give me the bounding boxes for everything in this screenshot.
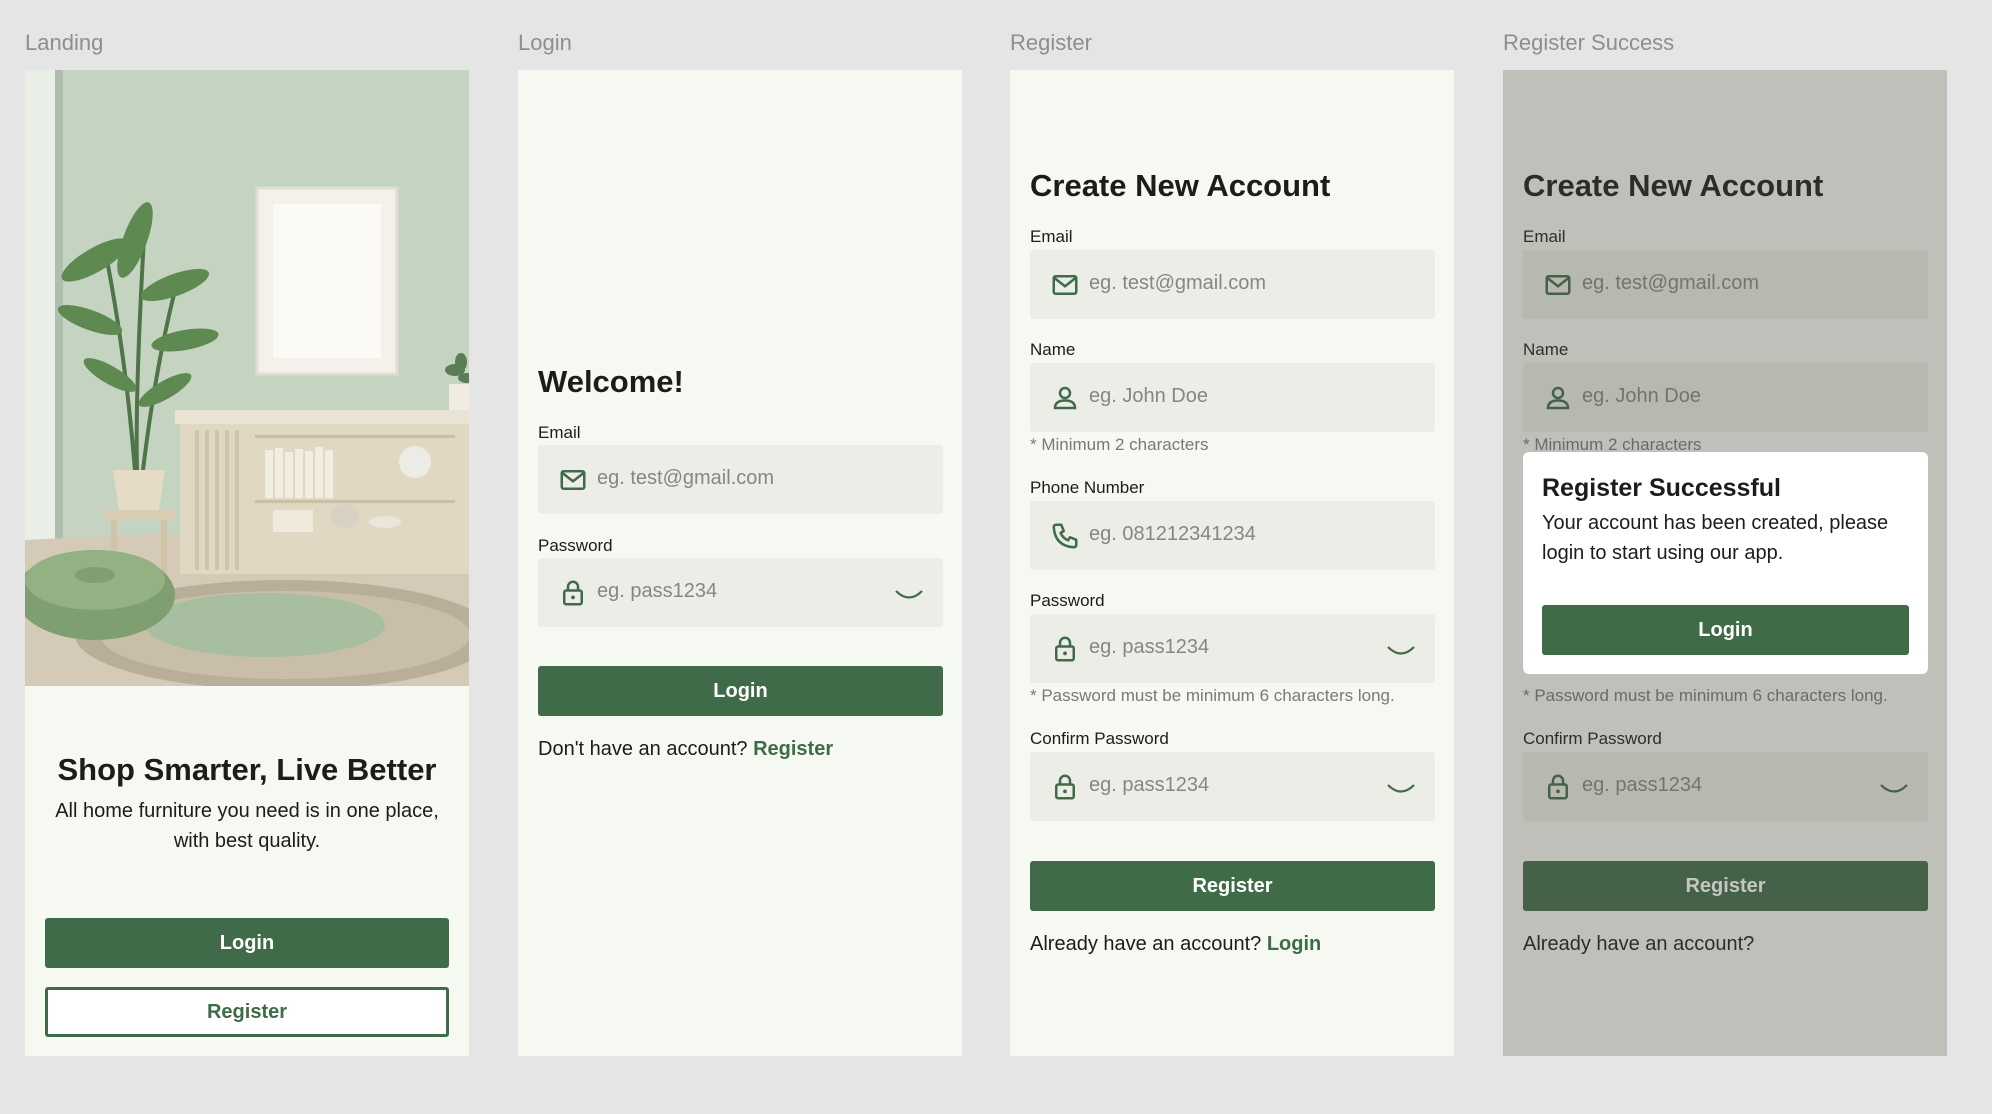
password-label: Password	[1030, 591, 1105, 610]
mail-icon	[1052, 275, 1078, 295]
email-label: Email	[538, 423, 581, 442]
eye-closed-icon[interactable]	[1385, 776, 1417, 800]
register-success-modal: Register Successful Your account has bee…	[1523, 452, 1928, 674]
modal-body: Your account has been created, please lo…	[1542, 512, 1889, 564]
register-link[interactable]: Register	[753, 738, 833, 760]
password-hint: * Password must be minimum 6 characters …	[1030, 686, 1395, 705]
modal-title: Register Successful	[1542, 474, 1781, 502]
login-footer: Don't have an account? Register	[538, 738, 833, 761]
register-button[interactable]: Register	[1030, 861, 1435, 911]
landing-login-button[interactable]: Login	[45, 918, 449, 968]
phone-icon	[1052, 523, 1078, 549]
name-field[interactable]: eg. John Doe	[1030, 363, 1435, 432]
frame-label-register: Register	[1010, 30, 1092, 55]
frame-label-login: Login	[518, 30, 572, 55]
mail-icon	[560, 470, 586, 490]
lock-icon	[1055, 636, 1075, 662]
password-placeholder: eg. pass1234	[1089, 636, 1210, 658]
email-placeholder: eg. test@gmail.com	[1089, 272, 1267, 294]
frame-label-success: Register Success	[1503, 30, 1675, 55]
register-screen: Create New Account Email eg. test@gmail.…	[1010, 70, 1454, 1056]
login-screen: Welcome! Email eg. test@gmail.com Passwo…	[518, 70, 962, 1056]
name-hint: * Minimum 2 characters	[1030, 435, 1209, 454]
register-footer-text: Already have an account?	[1030, 933, 1262, 955]
eye-closed-icon[interactable]	[1385, 638, 1417, 662]
lock-icon	[563, 580, 583, 606]
password-placeholder: eg. pass1234	[597, 580, 718, 602]
name-label: Name	[1030, 340, 1076, 359]
confirm-password-field[interactable]: eg. pass1234	[1030, 752, 1435, 821]
login-footer-text: Don't have an account?	[538, 738, 748, 760]
email-field[interactable]: eg. test@gmail.com	[538, 445, 943, 514]
email-label: Email	[1030, 227, 1073, 246]
name-placeholder: eg. John Doe	[1089, 385, 1208, 407]
landing-title: Shop Smarter, Live Better	[57, 752, 437, 787]
register-title: Create New Account	[1030, 168, 1331, 203]
register-success-screen: Create New Account Email eg. test@gmail.…	[1503, 70, 1947, 1056]
modal-login-button[interactable]: Login	[1542, 605, 1909, 655]
phone-placeholder: eg. 081212341234	[1089, 523, 1256, 545]
email-field[interactable]: eg. test@gmail.com	[1030, 250, 1435, 319]
login-title: Welcome!	[538, 364, 684, 399]
confirm-password-placeholder: eg. pass1234	[1089, 774, 1210, 796]
password-field[interactable]: eg. pass1234	[1030, 614, 1435, 683]
password-field[interactable]: eg. pass1234	[538, 558, 943, 627]
phone-field[interactable]: eg. 081212341234	[1030, 501, 1435, 570]
confirm-password-label: Confirm Password	[1030, 729, 1169, 748]
frame-label-landing: Landing	[25, 30, 104, 55]
login-link[interactable]: Login	[1267, 933, 1321, 955]
landing-register-button[interactable]: Register	[45, 987, 449, 1037]
password-label: Password	[538, 536, 613, 555]
login-button[interactable]: Login	[538, 666, 943, 716]
register-footer: Already have an account? Login	[1030, 933, 1321, 956]
phone-label: Phone Number	[1030, 478, 1145, 497]
hero-image	[25, 70, 469, 686]
email-placeholder: eg. test@gmail.com	[597, 467, 775, 489]
user-icon	[1053, 386, 1077, 410]
eye-closed-icon[interactable]	[893, 582, 925, 606]
lock-icon	[1055, 774, 1075, 800]
landing-screen: Shop Smarter, Live Better All home furni…	[25, 70, 469, 1056]
landing-subtitle: All home furniture you need is in one pl…	[55, 800, 439, 852]
